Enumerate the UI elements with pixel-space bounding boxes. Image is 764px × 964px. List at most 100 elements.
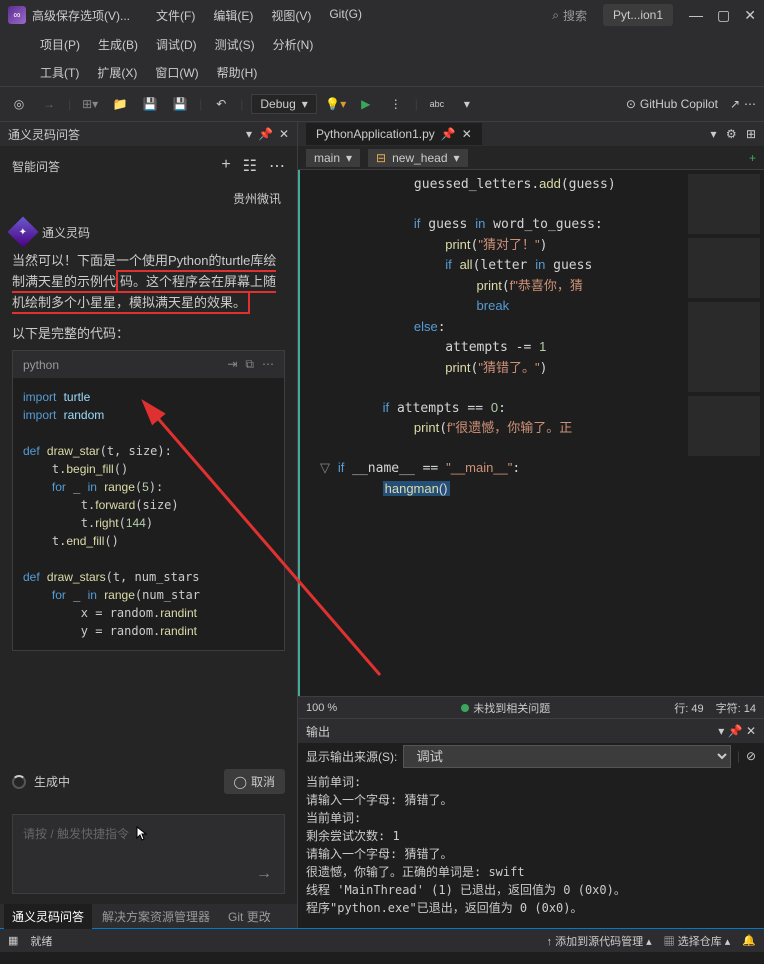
undo-icon[interactable]: ↶ [210, 93, 232, 115]
lightbulb-icon[interactable]: 💡▾ [325, 93, 347, 115]
forward-icon: → [38, 93, 60, 115]
debug-config[interactable]: Debug▾ [251, 94, 316, 114]
status-bar: ▦ 就绪 ↑ 添加到源代码管理 ▴ ▦ 选择仓库 ▴ 🔔 [0, 928, 764, 952]
menu-project[interactable]: 项目(P) [40, 36, 80, 53]
tasks-icon[interactable]: ▦ [8, 934, 18, 947]
chevron-icon[interactable]: ▾ [456, 93, 478, 115]
bot-icon: ✦ [7, 216, 38, 247]
panel-tabs: 通义灵码问答 解决方案资源管理器 Git 更改 [0, 904, 297, 928]
output-source-label: 显示输出来源(S): [306, 748, 397, 765]
cancel-button[interactable]: ◯ 取消 [224, 769, 285, 794]
minimap[interactable] [684, 170, 764, 696]
stop-icon: ◯ [234, 775, 247, 789]
send-icon[interactable]: → [256, 865, 272, 883]
chat-panel-header: 通义灵码问答 ▾📌✕ [0, 122, 297, 146]
tab-chat[interactable]: 通义灵码问答 [4, 904, 92, 929]
search-box[interactable]: ⌕ 搜索 [552, 7, 587, 24]
more-icon[interactable]: ⋯ [269, 156, 285, 176]
menu-window[interactable]: 窗口(W) [155, 64, 198, 81]
output-body: 当前单词: 请输入一个字母: 猜错了。 当前单词: 剩余尝试次数: 1 请输入一… [298, 769, 764, 928]
maximize-icon[interactable]: ▢ [717, 7, 730, 24]
history-icon[interactable]: ☷ [243, 156, 257, 176]
vs-logo-icon: ∞ [8, 6, 26, 24]
menu-build[interactable]: 生成(B) [98, 36, 138, 53]
output-panel: 输出 ▾ 📌 ✕ 显示输出来源(S): 调试 | ⊘ 当前单词: 请输入一个字母… [298, 718, 764, 928]
settings-icon[interactable]: ⚙ [726, 127, 737, 141]
add-icon[interactable]: + [749, 151, 756, 165]
menubar-row2: 项目(P) 生成(B) 调试(D) 测试(S) 分析(N) [0, 30, 764, 58]
close-panel-icon[interactable]: ✕ [279, 127, 289, 141]
tab-git[interactable]: Git 更改 [220, 904, 279, 929]
back-icon[interactable]: ◎ [8, 93, 30, 115]
pin-icon[interactable]: 📌 [258, 127, 273, 141]
menu-file[interactable]: 文件(F) [156, 7, 195, 24]
ready-label: 就绪 [30, 933, 52, 949]
more-code-icon[interactable]: ⋯ [262, 357, 274, 372]
clear-icon[interactable]: ⊘ [746, 749, 756, 763]
code-content: import turtle import random def draw_sta… [13, 378, 284, 650]
pin-tab-icon[interactable]: 📌 [441, 127, 456, 141]
more-icon[interactable]: ⋮ [385, 93, 407, 115]
new-icon[interactable]: ⊞▾ [79, 93, 101, 115]
menu-ext[interactable]: 扩展(X) [97, 64, 137, 81]
menu-help[interactable]: 帮助(H) [217, 64, 258, 81]
output-source-select[interactable]: 调试 [403, 745, 730, 768]
tab-solution[interactable]: 解决方案资源管理器 [94, 904, 218, 929]
play-icon[interactable]: ▶ [355, 93, 377, 115]
app-title: 高级保存选项(V)... [32, 7, 130, 24]
titlebar: ∞ 高级保存选项(V)... 文件(F) 编辑(E) 视图(V) Git(G) … [0, 0, 764, 30]
code-lang: python [23, 358, 59, 372]
code-editor[interactable]: guessed_letters.add(guess) if guess in w… [298, 170, 684, 696]
add-to-src[interactable]: ↑ 添加到源代码管理 ▴ [547, 933, 652, 949]
insert-icon[interactable]: ⇥ [227, 357, 237, 372]
spinner-icon [12, 775, 26, 789]
menu-edit[interactable]: 编辑(E) [213, 7, 253, 24]
function-selector[interactable]: ⊟new_head▾ [368, 149, 467, 167]
open-doc-tab[interactable]: Pyt...ion1 [603, 4, 673, 26]
select-repo[interactable]: ▦ 选择仓库 ▴ [664, 933, 731, 949]
share-icon[interactable]: ↗ [730, 97, 740, 111]
code-intro: 以下是完整的代码： [12, 323, 285, 342]
chat-panel: 通义灵码问答 ▾📌✕ 智能问答 + ☷ ⋯ 贵州微讯 ✦ 通义灵码 当然可以！下… [0, 122, 298, 928]
close-output-icon[interactable]: ✕ [746, 724, 756, 738]
overflow-icon[interactable]: ⋯ [744, 97, 756, 111]
qa-header: 智能问答 + ☷ ⋯ [0, 146, 297, 186]
code-block: python ⇥ ⧉ ⋯ import turtle import random… [12, 350, 285, 651]
menu-test[interactable]: 测试(S) [215, 36, 255, 53]
menu-analyze[interactable]: 分析(N) [273, 36, 314, 53]
split-icon[interactable]: ⊞ [746, 127, 756, 141]
chat-area: ✦ 通义灵码 当然可以！下面是一个使用Python的turtle库绘制满天星的示… [0, 211, 297, 759]
brand-label: 贵州微讯 [0, 186, 297, 211]
generating-status: 生成中 ◯ 取消 [0, 759, 297, 804]
toolbar: ◎ → | ⊞▾ 📁 💾 💾 | ↶ | Debug▾ 💡▾ ▶ ⋮ | abc… [0, 86, 764, 122]
copilot-button[interactable]: ⊙ GitHub Copilot ↗ ⋯ [626, 97, 756, 111]
notif-icon[interactable]: 🔔 [742, 934, 756, 947]
output-title: 输出 [306, 723, 330, 740]
issues-indicator[interactable]: 未找到相关问题 [461, 700, 550, 716]
saveall-icon[interactable]: 💾 [169, 93, 191, 115]
copy-icon[interactable]: ⧉ [245, 357, 254, 372]
save-icon[interactable]: 💾 [139, 93, 161, 115]
close-icon[interactable]: ✕ [744, 7, 756, 24]
function-nav: main▾ ⊟new_head▾ + [298, 146, 764, 170]
new-chat-icon[interactable]: + [221, 156, 230, 176]
menu-view[interactable]: 视图(V) [271, 7, 311, 24]
file-tab[interactable]: PythonApplication1.py 📌 ✕ [306, 123, 482, 145]
close-tab-icon[interactable]: ✕ [462, 127, 472, 141]
menu-debug[interactable]: 调试(D) [156, 36, 197, 53]
mouse-cursor-icon [136, 826, 152, 842]
editor-panel: PythonApplication1.py 📌 ✕ ▾ ⚙ ⊞ main▾ ⊟n… [298, 122, 764, 928]
scope-selector[interactable]: main▾ [306, 149, 360, 167]
open-icon[interactable]: 📁 [109, 93, 131, 115]
copilot-icon: ⊙ [626, 97, 636, 111]
pin-output-icon[interactable]: 📌 [728, 724, 743, 738]
abc-icon[interactable]: abc [426, 93, 448, 115]
qa-title: 智能问答 [12, 158, 60, 175]
editor-status: 100 % 未找到相关问题 行: 49 字符: 14 [298, 696, 764, 718]
menubar-row3: 工具(T) 扩展(X) 窗口(W) 帮助(H) [0, 58, 764, 86]
search-icon: ⌕ [552, 8, 559, 23]
menu-tools[interactable]: 工具(T) [40, 64, 79, 81]
menu-git[interactable]: Git(G) [329, 7, 362, 24]
minimize-icon[interactable]: — [689, 7, 703, 24]
bot-response-text: 当然可以！下面是一个使用Python的turtle库绘制满天星的示例代码。这个程… [12, 251, 285, 313]
